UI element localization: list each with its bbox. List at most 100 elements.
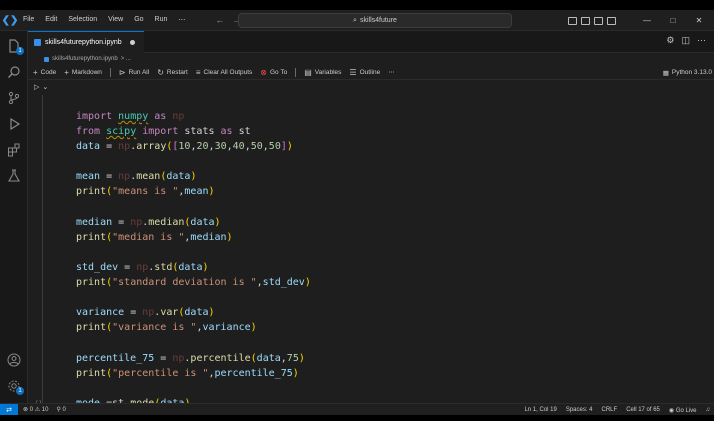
code-line[interactable] — [76, 335, 311, 350]
code-token: ) — [190, 171, 197, 183]
code-line[interactable] — [76, 245, 311, 260]
variables-button[interactable]: ▤ Variables — [304, 68, 341, 77]
command-center-search[interactable]: ⌕ skills4future — [238, 13, 512, 28]
code-line[interactable] — [76, 154, 311, 169]
notifications-bell-icon[interactable]: ♫ — [706, 407, 711, 413]
code-line[interactable]: std_dev = np.std(data) — [76, 260, 311, 275]
run-cell-icon[interactable]: ▷ — [34, 83, 39, 93]
clear-outputs-button[interactable]: ≡ Clear All Outputs — [196, 68, 252, 77]
manage-gear-icon[interactable]: 1 — [5, 377, 24, 395]
breadcrumb-file-icon — [44, 56, 49, 62]
menu-more[interactable]: ⋯ — [178, 16, 185, 24]
code-token: 30 — [214, 141, 227, 153]
code-line[interactable]: median = np.median(data) — [76, 215, 311, 230]
maximize-button[interactable]: □ — [664, 16, 682, 25]
remote-indicator-icon[interactable]: ⇄ — [0, 403, 18, 415]
code-token: median — [76, 216, 113, 228]
code-token: median — [190, 231, 227, 243]
code-line[interactable] — [76, 290, 311, 305]
toggle-primary-sidebar-icon[interactable] — [568, 16, 577, 25]
plus-icon: + — [64, 67, 69, 77]
title-bar: ❮❯ File Edit Selection View Go Run ⋯ ← →… — [0, 10, 714, 31]
code-token: np — [118, 171, 131, 183]
minimize-button[interactable]: — — [638, 16, 656, 25]
code-cell-editor[interactable]: import numpy as np from scipy import stat… — [43, 95, 714, 409]
code-line[interactable]: percentile_75 = np.percentile(data,75) — [76, 351, 311, 366]
search-view-icon[interactable] — [5, 63, 23, 81]
code-token: data — [190, 216, 215, 228]
code-token: import — [76, 111, 119, 122]
add-markdown-cell-button[interactable]: + Markdown — [64, 68, 102, 77]
ports-icon: ⚲ — [56, 407, 61, 413]
menu-file[interactable]: File — [23, 16, 34, 24]
problems-status[interactable]: ⊗ 0 ⚠ 10 — [23, 406, 48, 413]
vscode-logo-icon: ❮❯ — [1, 14, 19, 26]
customize-layout-icon[interactable] — [607, 16, 616, 25]
close-window-button[interactable]: ✕ — [690, 16, 708, 25]
code-line[interactable]: import numpy as np — [76, 109, 311, 124]
breadcrumb-rest[interactable]: > ... — [121, 56, 131, 62]
code-token: "variance is " — [112, 322, 197, 334]
more-actions-icon[interactable]: ⋯ — [697, 35, 706, 46]
source-control-icon[interactable] — [5, 89, 23, 107]
unsaved-dot-icon[interactable] — [129, 40, 135, 45]
code-token: 20 — [196, 141, 209, 153]
code-line[interactable]: print("variance is ",variance) — [76, 320, 311, 335]
go-live-button[interactable]: ◉ Go Live — [669, 407, 697, 414]
code-token: ) — [286, 141, 293, 153]
menu-edit[interactable]: Edit — [45, 16, 57, 24]
code-token: print — [76, 231, 107, 243]
run-options-chevron-icon[interactable]: ⌄ — [42, 83, 48, 93]
run-all-button[interactable]: ⊳ Run All — [119, 68, 149, 77]
code-line[interactable]: from scipy import stats as st — [76, 124, 311, 139]
kernel-icon: ▦ — [662, 69, 669, 77]
toggle-secondary-sidebar-icon[interactable] — [594, 16, 603, 25]
accounts-icon[interactable] — [5, 351, 23, 369]
back-arrow-icon[interactable]: ← — [215, 15, 224, 25]
code-token: 10 — [178, 141, 191, 153]
kernel-picker[interactable]: ▦ Python 3.13.0 — [663, 65, 712, 80]
eol-status[interactable]: CRLF — [602, 407, 618, 413]
menu-selection[interactable]: Selection — [68, 16, 97, 24]
add-code-cell-button[interactable]: + Code — [33, 68, 56, 77]
code-line[interactable]: print("median is ",median) — [76, 230, 311, 245]
code-line[interactable]: variance = np.var(data) — [76, 305, 311, 320]
explorer-icon[interactable]: 1 — [5, 37, 24, 55]
gear-icon[interactable]: ⚙ — [666, 35, 674, 46]
menu-go[interactable]: Go — [134, 16, 143, 24]
testing-flask-icon[interactable] — [5, 167, 23, 185]
outline-list-icon: ☰ — [349, 67, 357, 77]
code-token: ) — [292, 367, 299, 379]
toolbar-more-button[interactable]: ⋯ — [388, 68, 395, 76]
code-lines[interactable]: import numpy as np from scipy import stat… — [76, 109, 311, 411]
code-token: data — [76, 141, 101, 153]
tab-notebook[interactable]: skills4futurepython.ipynb — [28, 31, 144, 53]
code-token: as — [148, 111, 173, 122]
extensions-icon[interactable] — [5, 141, 23, 159]
menu-view[interactable]: View — [108, 16, 123, 24]
code-line[interactable]: print("percentile is ",percentile_75) — [76, 366, 311, 381]
code-line[interactable]: print("standard deviation is ",std_dev) — [76, 275, 311, 290]
indentation-status[interactable]: Spaces: 4 — [566, 407, 593, 413]
code-token: scipy — [106, 126, 137, 138]
code-token: std_dev — [76, 261, 119, 273]
code-line[interactable] — [76, 381, 311, 396]
cursor-position[interactable]: Ln 1, Col 19 — [524, 407, 556, 413]
code-token: print — [76, 322, 107, 334]
breadcrumb-file[interactable]: skills4futurepython.ipynb — [52, 56, 118, 62]
code-line[interactable] — [76, 200, 311, 215]
code-line[interactable]: data = np.array([10,20,30,40,50,50]) — [76, 139, 311, 154]
code-line[interactable]: mean = np.mean(data) — [76, 169, 311, 184]
cell-position-status[interactable]: Cell 17 of 65 — [626, 407, 660, 413]
outline-button[interactable]: ☰ Outline — [349, 68, 380, 77]
goto-button[interactable]: ⊗ Go To — [260, 68, 287, 77]
code-line[interactable]: print("means is ",mean) — [76, 184, 311, 199]
restart-button[interactable]: ↻ Restart — [157, 68, 188, 77]
code-token: variance — [202, 322, 251, 334]
menu-run[interactable]: Run — [155, 16, 168, 24]
split-editor-icon[interactable]: ◫ — [681, 35, 690, 46]
run-debug-icon[interactable] — [5, 115, 23, 133]
toggle-panel-icon[interactable] — [581, 16, 590, 25]
code-token: from — [76, 126, 107, 138]
ports-status[interactable]: ⚲ 0 — [56, 406, 65, 413]
